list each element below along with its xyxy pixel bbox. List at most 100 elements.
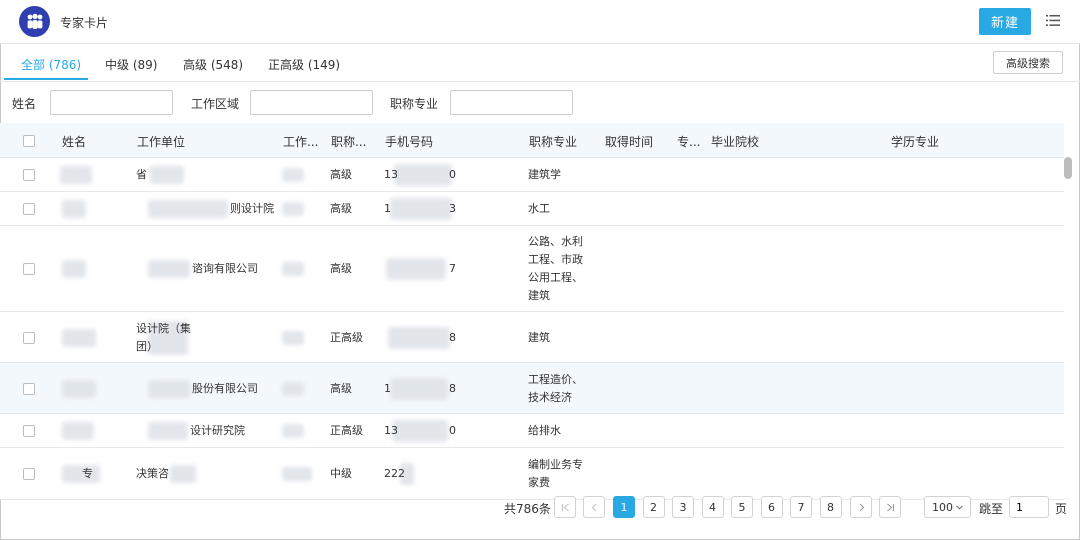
redacted-value [62,200,86,218]
table-row[interactable]: 谘询有限公司 高级 7 公路、水利 工程、市政 公用工程、 建筑 [0,226,1064,312]
active-tab-indicator [4,78,88,80]
page-button-1[interactable]: 1 [613,496,635,518]
tab-all[interactable]: 全部 (786) [21,56,81,73]
jump-page-input[interactable] [1009,496,1049,518]
cell-phone: 1 [384,200,391,218]
first-page-icon [561,503,569,511]
cell-major-line: 给排水 [528,424,561,437]
chevron-right-icon [859,503,864,511]
cell-phone-end: 7 [449,260,456,278]
cell-level-line: 高级 [330,262,352,275]
redacted-value [282,381,304,396]
cell-unit-line: 设计研究院 [190,424,245,437]
table-row[interactable]: 股份有限公司 高级 1 8 工程造价、 技术经济 [0,363,1064,414]
page-button-3[interactable]: 3 [672,496,694,518]
cell-level: 正高级 [330,422,363,440]
column-header-school[interactable]: 毕业院校 [711,133,759,150]
redacted-value [282,262,304,276]
redacted-value [282,202,304,216]
cell-unit: 谘询有限公司 [136,260,276,278]
redacted-value [62,328,96,347]
page-button-2[interactable]: 2 [642,496,665,518]
area-filter-label: 工作区域 [191,97,240,111]
page-button-5[interactable]: 5 [731,496,753,518]
area-filter-input[interactable] [250,90,373,115]
cell-level: 中级 [330,465,352,483]
row-checkbox[interactable] [23,468,35,480]
jump-label: 跳至 [979,502,1004,516]
prev-page-button[interactable] [583,496,605,518]
row-checkbox[interactable] [23,263,35,275]
cell-unit-line: 团） [136,339,158,353]
level-tabs: 全部 (786) 中级 (89) 高级 (548) 正高级 (149) 高级搜索 [0,44,1080,82]
column-header-major[interactable]: 职称专业 [529,133,577,150]
cell-phone: 1 [384,380,391,398]
column-header-date[interactable]: 取得时间 [605,133,653,150]
top-bar: 专家卡片 新建 [0,0,1080,44]
column-header-phone[interactable]: 手机号码 [385,133,433,150]
row-checkbox[interactable] [23,382,35,395]
table-row[interactable]: 专 决策咨 中级 222 编制业务专 家费 [0,448,1064,500]
cell-phone-end: 8 [449,380,456,398]
cell-major: 编制业务专 家费 [528,456,598,492]
redacted-value [388,326,450,349]
redacted-value [394,164,452,186]
column-header-level[interactable]: 职称... [331,133,366,150]
new-button[interactable]: 新建 [979,8,1031,35]
major-filter-input[interactable] [450,90,573,115]
cell-major: 给排水 [528,422,598,440]
list-icon[interactable] [1046,14,1060,27]
cell-level-line: 正高级 [330,424,363,437]
table-row[interactable]: 省 高级 13 0 建筑学 [0,158,1064,192]
tab-senior[interactable]: 高级 (548) [183,56,243,73]
page-button-6[interactable]: 6 [760,496,783,518]
cell-major-line: 编制业务专 [528,458,583,471]
row-checkbox[interactable] [23,331,35,344]
name-filter-input[interactable] [50,90,173,115]
column-header-degree-major[interactable]: 学历专业 [891,133,939,150]
column-header-unit[interactable]: 工作单位 [137,133,185,150]
total-count: 共786条 [504,502,551,516]
table-row[interactable]: 设计研究院 正高级 13 0 给排水 [0,414,1064,448]
vertical-scrollbar[interactable] [1064,157,1072,179]
cell-phone-end-line: 8 [449,381,456,395]
cell-major-line: 公路、水利 [528,235,583,248]
redacted-value [282,424,304,438]
cell-phone-end: 3 [449,200,456,218]
tab-intermediate[interactable]: 中级 (89) [105,56,157,73]
column-header-area[interactable]: 工作... [283,133,318,150]
major-filter-label: 职称专业 [390,97,439,111]
cell-phone: 13 [384,422,398,440]
table-header: 姓名 工作单位 工作... 职称... 手机号码 职称专业 取得时间 专... … [0,123,1064,158]
cell-unit-line: 谘询有限公司 [192,262,258,275]
row-checkbox[interactable] [23,203,35,215]
page-button-8[interactable]: 8 [819,496,842,518]
advanced-search-button[interactable]: 高级搜索 [993,51,1063,74]
cell-unit: 设计研究院 [136,422,276,440]
next-page-button[interactable] [850,496,872,518]
first-page-button[interactable] [554,496,576,518]
cell-level-line: 高级 [330,202,352,215]
cell-phone: 222 [384,465,405,483]
cell-major: 水工 [528,200,598,218]
redacted-value [62,260,86,278]
page-button-4[interactable]: 4 [701,496,724,518]
page-button-7[interactable]: 7 [790,496,812,518]
cell-phone-end: 0 [449,422,456,440]
table-row[interactable]: 设计院（集 团） 正高级 8 建筑 [0,312,1064,363]
page-size-value: 100 [932,500,953,514]
row-checkbox[interactable] [23,425,35,437]
tab-professor-senior[interactable]: 正高级 (149) [268,56,340,73]
cell-phone-end-line: 3 [449,202,456,215]
cell-phone-end-line: 7 [449,262,456,275]
row-checkbox[interactable] [23,169,35,181]
select-all-checkbox[interactable] [23,135,35,147]
column-header-specialty[interactable]: 专... [677,133,700,150]
cell-level-line: 高级 [330,381,352,395]
last-page-button[interactable] [879,496,901,518]
cell-major: 建筑学 [528,166,598,184]
cell-major-line: 建筑学 [528,168,561,181]
page-size-select[interactable]: 100 [924,496,971,518]
table-row[interactable]: 则设计院 高级 1 3 水工 [0,192,1064,226]
column-header-name[interactable]: 姓名 [62,133,86,150]
